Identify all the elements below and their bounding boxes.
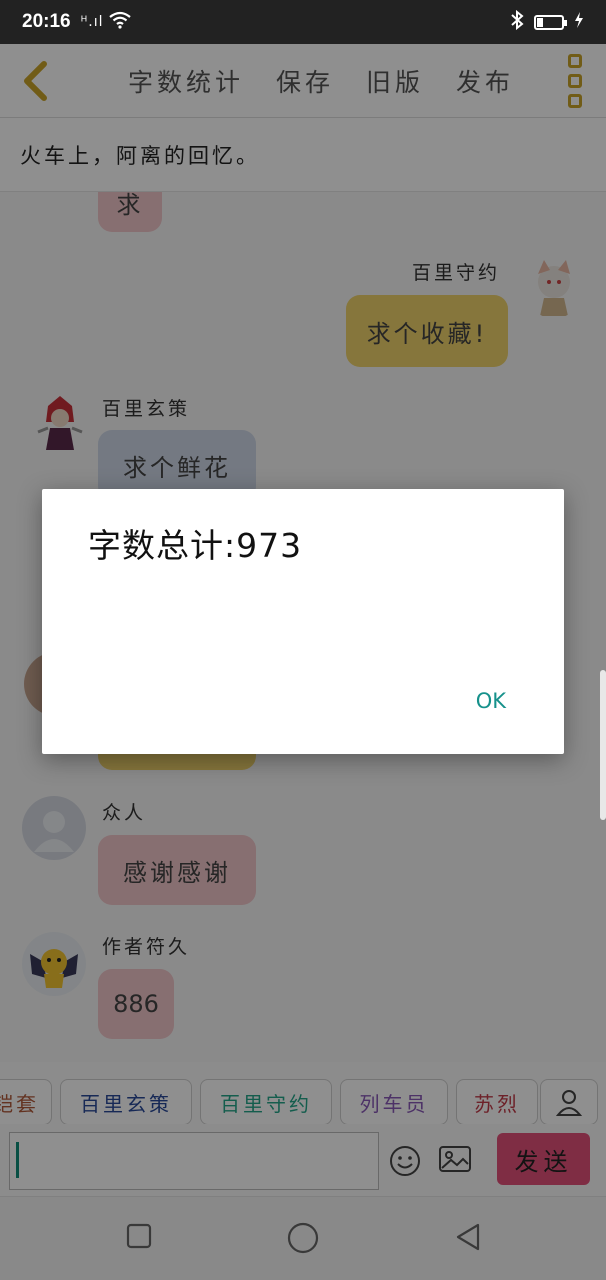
bluetooth-icon (510, 9, 524, 35)
status-time: 20:16 (22, 11, 71, 32)
scrollbar[interactable] (600, 670, 606, 820)
ok-button[interactable]: OK (476, 689, 506, 713)
battery-icon (534, 14, 567, 30)
charging-icon (574, 11, 584, 33)
status-bar: 20:16 ᴴ.ıl (0, 0, 606, 44)
wifi-icon (109, 11, 132, 34)
signal-icon: ᴴ.ıl (80, 14, 104, 30)
dialog-message: 字数总计:973 (88, 526, 303, 565)
word-count-dialog: 字数总计:973 OK (42, 489, 564, 754)
